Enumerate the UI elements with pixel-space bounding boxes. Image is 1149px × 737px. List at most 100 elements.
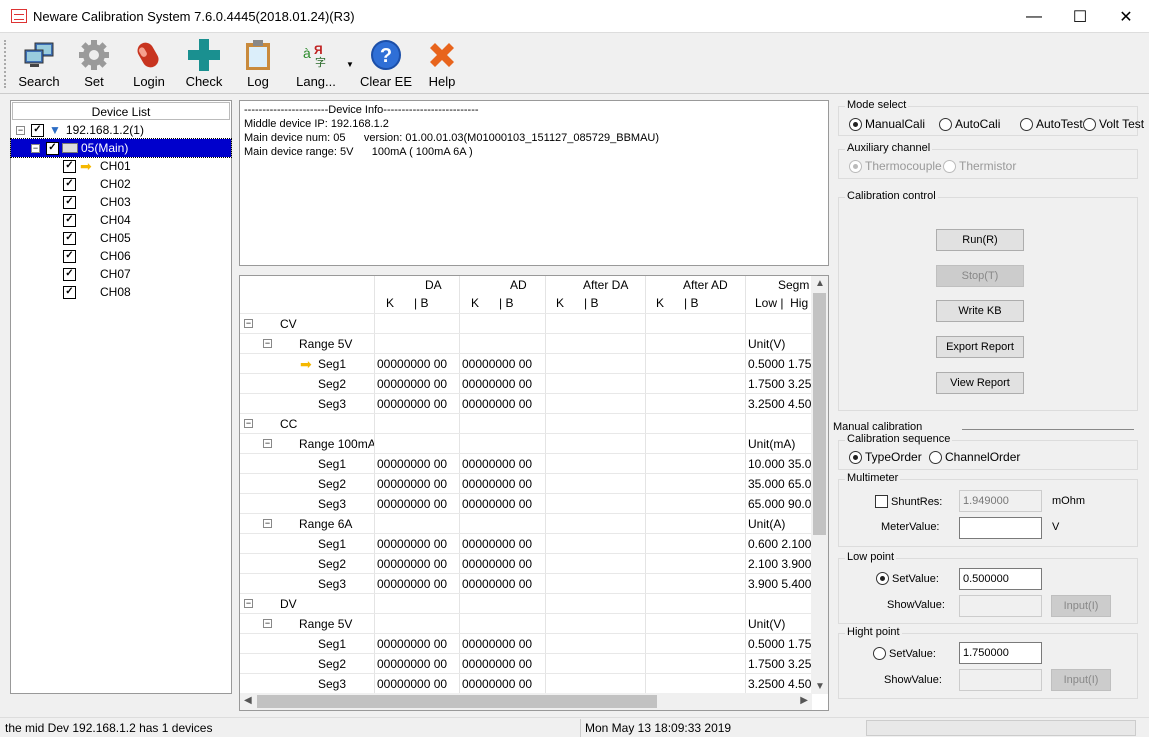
channel-checkbox[interactable]: ✓ bbox=[63, 177, 76, 191]
tree-node-channel[interactable]: ✓ CH03 bbox=[63, 193, 131, 211]
tree-node-channel[interactable]: ✓ CH07 bbox=[63, 265, 131, 283]
channel-checkbox[interactable]: ✓ bbox=[63, 231, 76, 245]
minimize-button[interactable]: — bbox=[1011, 0, 1057, 33]
close-x-icon bbox=[425, 38, 459, 72]
vertical-scrollbar[interactable]: ▲ ▼ bbox=[811, 276, 828, 694]
shuntres-input[interactable]: 1.949000 bbox=[959, 490, 1042, 512]
login-button[interactable]: Login bbox=[128, 38, 170, 90]
cell-ad: 00000000 00 bbox=[462, 537, 533, 551]
language-button[interactable]: àЯ字 Lang... bbox=[294, 38, 338, 90]
grid-row[interactable]: Seg1 00000000 00 00000000 00 10.000 35.0 bbox=[240, 454, 812, 474]
root-checkbox[interactable]: ✓ bbox=[31, 123, 44, 137]
tree-node-channel[interactable]: ✓ CH08 bbox=[63, 283, 131, 301]
search-button[interactable]: Search bbox=[16, 38, 62, 90]
horizontal-scroll-thumb[interactable] bbox=[257, 695, 657, 708]
grid-row[interactable]: − DV bbox=[240, 594, 812, 614]
tree-node-channel[interactable]: ✓ ➡ CH01 bbox=[63, 157, 131, 175]
collapse-icon[interactable]: − bbox=[263, 439, 272, 448]
grid-row[interactable]: Seg2 00000000 00 00000000 00 1.7500 3.25 bbox=[240, 654, 812, 674]
scroll-right-icon[interactable]: ▶ bbox=[800, 695, 808, 706]
close-button[interactable]: ✕ bbox=[1103, 0, 1149, 33]
low-setvalue-radio[interactable]: SetValue: bbox=[876, 572, 939, 585]
check-button[interactable]: Check bbox=[182, 38, 226, 90]
subheader-b: | B bbox=[584, 296, 599, 310]
high-showvalue-input[interactable] bbox=[959, 669, 1042, 691]
sequence-typeorder-radio[interactable]: TypeOrder bbox=[849, 450, 922, 464]
grid-row[interactable]: − CV bbox=[240, 314, 812, 334]
grid-row[interactable]: Seg3 00000000 00 00000000 00 65.000 90.0 bbox=[240, 494, 812, 514]
device-checkbox[interactable]: ✓ bbox=[46, 141, 59, 155]
channel-checkbox[interactable]: ✓ bbox=[63, 195, 76, 209]
aux-thermocouple-radio[interactable]: Thermocouple bbox=[849, 159, 942, 173]
tree-node-channel[interactable]: ✓ CH06 bbox=[63, 247, 131, 265]
grid-row[interactable]: − Range 6A Unit(A) bbox=[240, 514, 812, 534]
collapse-icon[interactable]: − bbox=[16, 125, 25, 135]
log-button[interactable]: Log bbox=[240, 38, 276, 90]
channel-checkbox[interactable]: ✓ bbox=[63, 213, 76, 227]
view-report-button[interactable]: View Report bbox=[936, 372, 1024, 394]
grid-row[interactable]: Seg3 00000000 00 00000000 00 3.900 5.400 bbox=[240, 574, 812, 594]
mode-autotest-radio[interactable]: AutoTest bbox=[1020, 117, 1083, 131]
low-setvalue-input[interactable]: 0.500000 bbox=[959, 568, 1042, 590]
cell-seg: 2.100 3.900 bbox=[748, 557, 812, 571]
scroll-left-icon[interactable]: ◀ bbox=[244, 695, 252, 706]
horizontal-scrollbar[interactable]: ◀ ▶ bbox=[240, 693, 812, 710]
cell-seg: Unit(V) bbox=[748, 337, 786, 351]
tree-node-channel[interactable]: ✓ CH02 bbox=[63, 175, 131, 193]
scroll-up-icon[interactable]: ▲ bbox=[815, 278, 825, 289]
toolbar-grip[interactable] bbox=[4, 40, 6, 88]
collapse-icon[interactable]: − bbox=[263, 519, 272, 528]
collapse-icon[interactable]: − bbox=[244, 319, 253, 328]
grid-row[interactable]: Seg2 00000000 00 00000000 00 2.100 3.900 bbox=[240, 554, 812, 574]
high-setvalue-radio[interactable]: SetValue: bbox=[873, 647, 936, 660]
channel-checkbox[interactable]: ✓ bbox=[63, 249, 76, 263]
tree-node-channel[interactable]: ✓ CH04 bbox=[63, 211, 131, 229]
mode-manualcali-radio[interactable]: ManualCali bbox=[849, 117, 925, 131]
collapse-icon[interactable]: − bbox=[244, 419, 253, 428]
language-dropdown-arrow-icon[interactable]: ▼ bbox=[346, 60, 354, 69]
collapse-icon[interactable]: − bbox=[263, 339, 272, 348]
stop-button[interactable]: Stop(T) bbox=[936, 265, 1024, 287]
channel-checkbox[interactable]: ✓ bbox=[63, 285, 76, 299]
grid-row[interactable]: Seg2 00000000 00 00000000 00 1.7500 3.25 bbox=[240, 374, 812, 394]
cell-da: 00000000 00 bbox=[377, 537, 448, 551]
tree-node-device[interactable]: − ✓ 05(Main) bbox=[10, 138, 232, 158]
write-kb-button[interactable]: Write KB bbox=[936, 300, 1024, 322]
tree-node-channel[interactable]: ✓ CH05 bbox=[63, 229, 131, 247]
grid-row[interactable]: ➡ Seg1 00000000 00 00000000 00 0.5000 1.75 bbox=[240, 354, 812, 374]
grid-row[interactable]: Seg3 00000000 00 00000000 00 3.2500 4.50 bbox=[240, 674, 812, 694]
grid-row[interactable]: Seg2 00000000 00 00000000 00 35.000 65.0 bbox=[240, 474, 812, 494]
sequence-channelorder-radio[interactable]: ChannelOrder bbox=[929, 450, 1020, 464]
collapse-icon[interactable]: − bbox=[244, 599, 253, 608]
shuntres-checkbox[interactable]: ShuntRes: bbox=[875, 495, 942, 508]
low-input-button[interactable]: Input(I) bbox=[1051, 595, 1111, 617]
clear-ee-button[interactable]: ? Clear EE bbox=[360, 38, 412, 90]
aux-thermistor-radio[interactable]: Thermistor bbox=[943, 159, 1016, 173]
grid-row[interactable]: Seg1 00000000 00 00000000 00 0.600 2.100 bbox=[240, 534, 812, 554]
set-button[interactable]: Set bbox=[74, 38, 114, 90]
grid-row[interactable]: − Range 5V Unit(V) bbox=[240, 614, 812, 634]
mode-select-group: Mode select ManualCali AutoCali AutoTest… bbox=[838, 99, 1144, 136]
run-button[interactable]: Run(R) bbox=[936, 229, 1024, 251]
mode-autocali-radio[interactable]: AutoCali bbox=[939, 117, 1000, 131]
collapse-icon[interactable]: − bbox=[31, 143, 40, 153]
metervalue-input[interactable] bbox=[959, 517, 1042, 539]
channel-checkbox[interactable]: ✓ bbox=[63, 267, 76, 281]
channel-checkbox[interactable]: ✓ bbox=[63, 159, 76, 173]
grid-row[interactable]: − Range 5V Unit(V) bbox=[240, 334, 812, 354]
export-report-button[interactable]: Export Report bbox=[936, 336, 1024, 358]
tree-node-root[interactable]: − ✓ ▼ 192.168.1.2(1) bbox=[16, 121, 144, 139]
low-showvalue-input[interactable] bbox=[959, 595, 1042, 617]
collapse-icon[interactable]: − bbox=[263, 619, 272, 628]
grid-row[interactable]: − Range 100mA Unit(mA) bbox=[240, 434, 812, 454]
grid-row[interactable]: Seg1 00000000 00 00000000 00 0.5000 1.75 bbox=[240, 634, 812, 654]
high-input-button[interactable]: Input(I) bbox=[1051, 669, 1111, 691]
help-button[interactable]: Help bbox=[422, 38, 462, 90]
high-setvalue-input[interactable]: 1.750000 bbox=[959, 642, 1042, 664]
maximize-button[interactable]: ☐ bbox=[1057, 0, 1103, 33]
mode-volttest-radio[interactable]: Volt Test bbox=[1083, 117, 1144, 131]
scroll-down-icon[interactable]: ▼ bbox=[815, 681, 825, 692]
grid-row[interactable]: − CC bbox=[240, 414, 812, 434]
grid-row[interactable]: Seg3 00000000 00 00000000 00 3.2500 4.50 bbox=[240, 394, 812, 414]
vertical-scroll-thumb[interactable] bbox=[813, 293, 826, 535]
